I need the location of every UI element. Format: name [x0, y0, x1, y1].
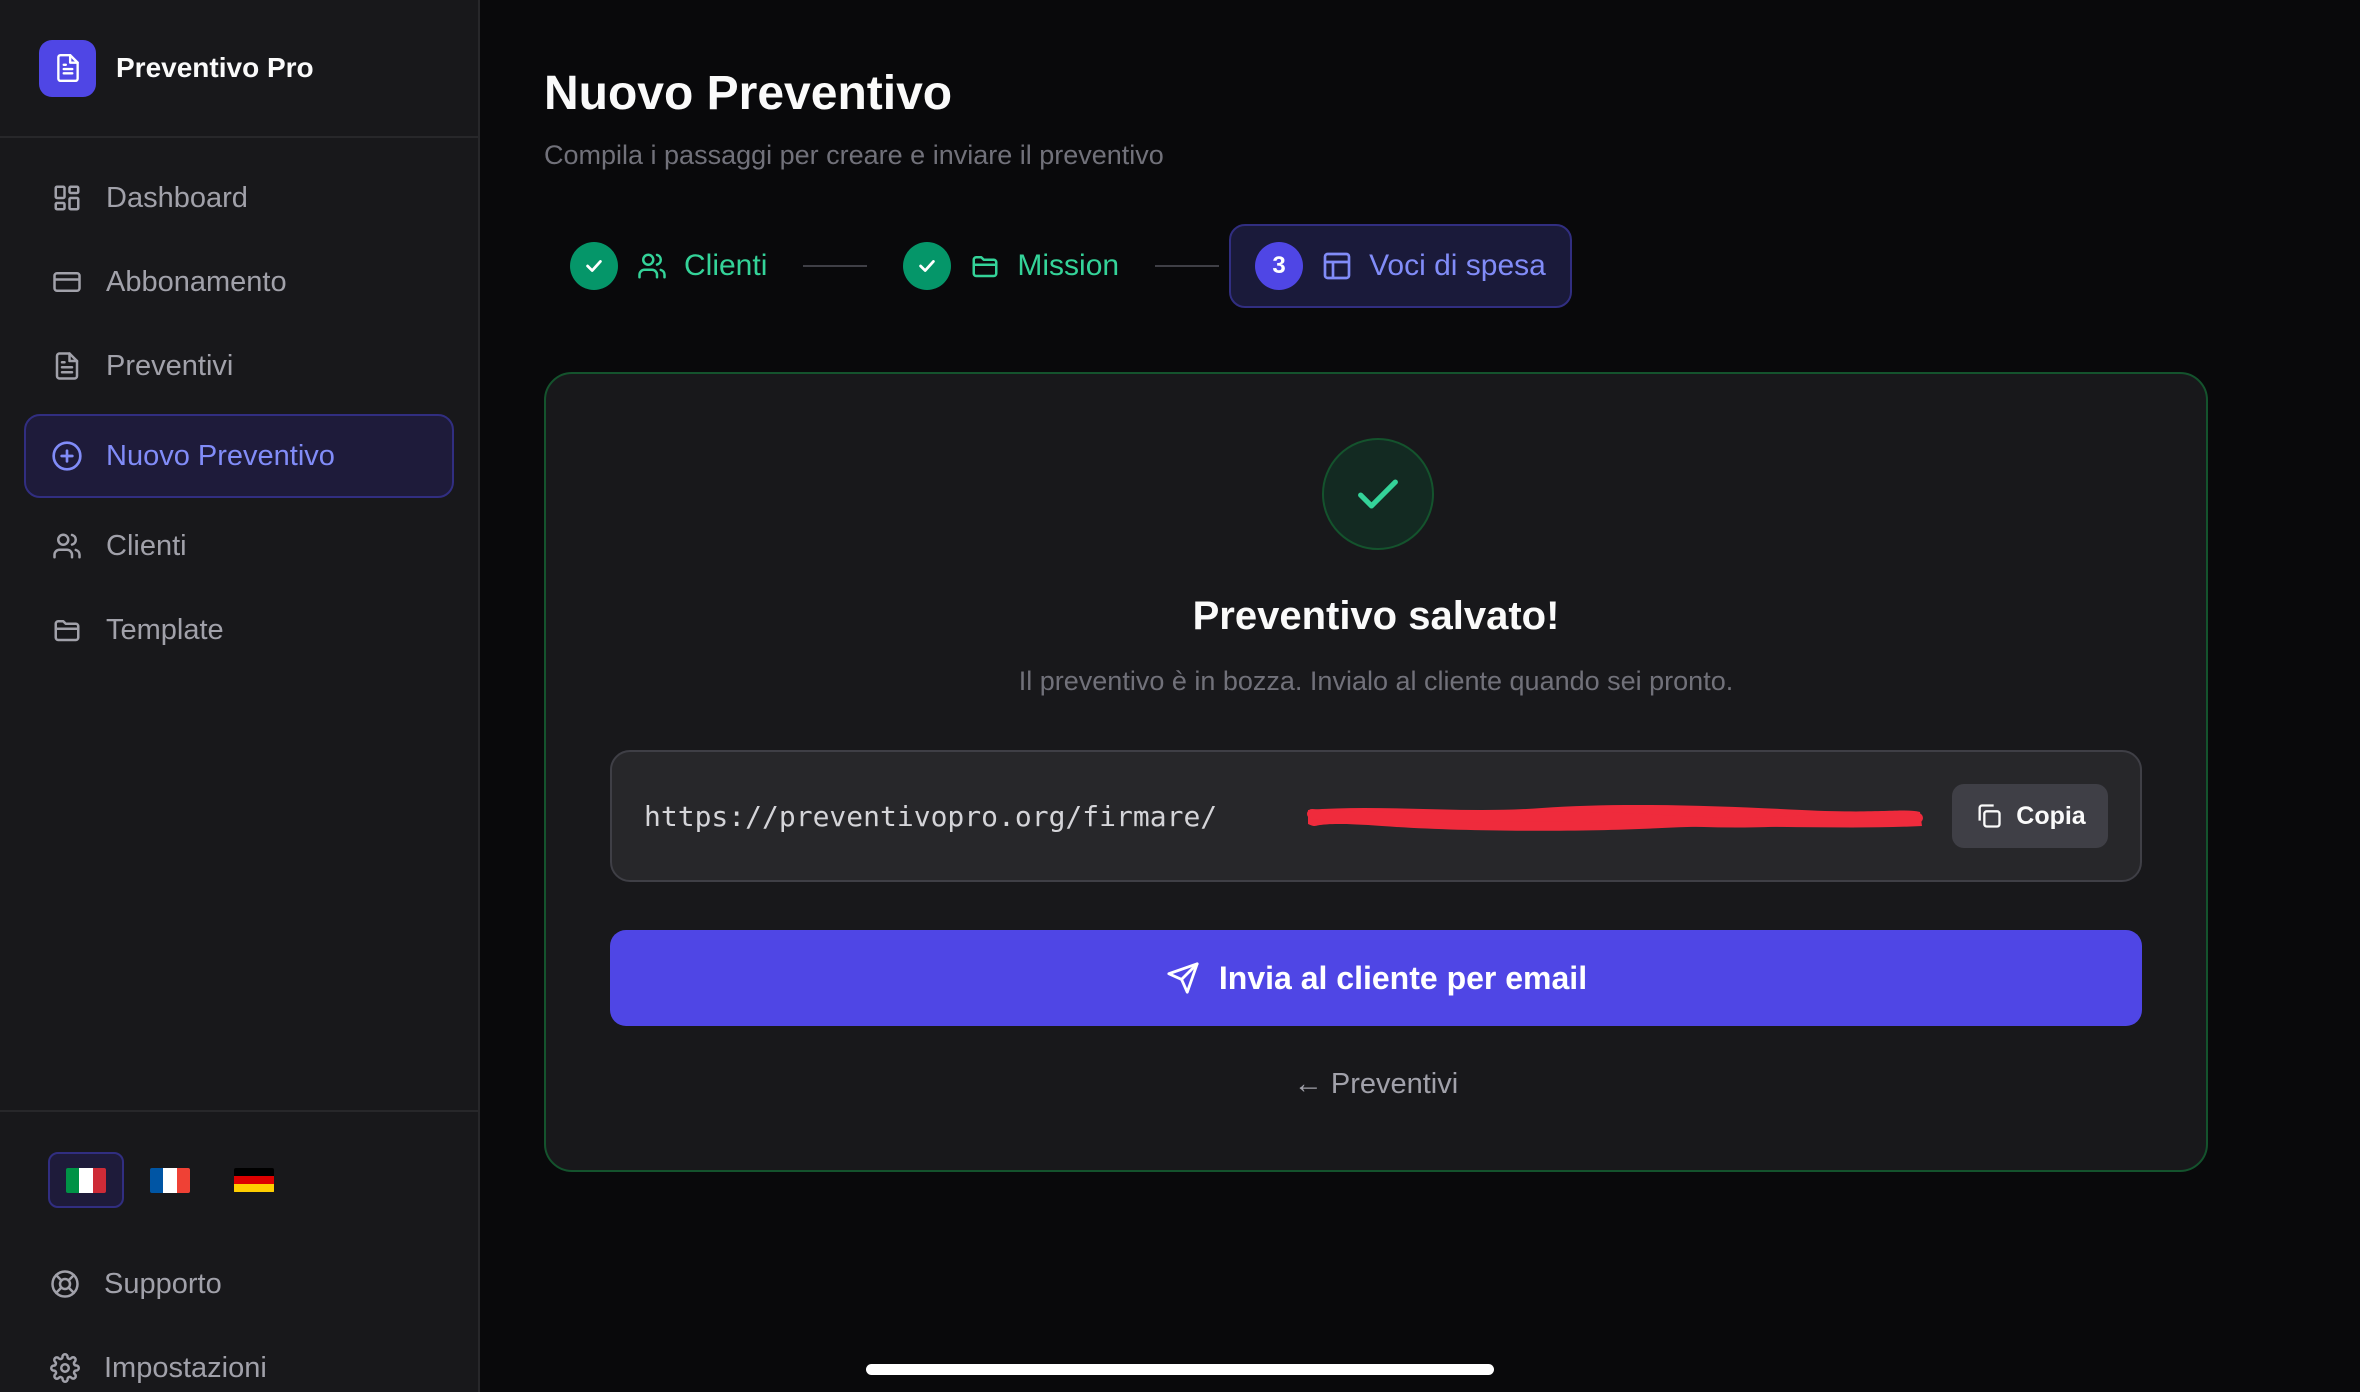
success-description: Il preventivo è in bozza. Invialo al cli… [1018, 666, 1734, 696]
brand-name: Preventivo Pro [116, 52, 314, 83]
germany-flag-icon [234, 1167, 274, 1193]
sidebar-item-abbonamento[interactable]: Abbonamento [24, 242, 454, 322]
language-de-button[interactable] [216, 1152, 292, 1208]
page-subtitle: Compila i passaggi per creare e inviare … [544, 140, 1164, 170]
step-label: Clienti [684, 249, 768, 282]
send-email-button[interactable]: Invia al cliente per email [610, 930, 2142, 1026]
document-icon [50, 349, 84, 383]
sidebar-item-label: Abbonamento [106, 265, 287, 298]
sidebar-item-clienti[interactable]: Clienti [24, 506, 454, 586]
step-label: Mission [1017, 249, 1120, 282]
copy-button[interactable]: Copia [1952, 784, 2108, 848]
sidebar-item-dashboard[interactable]: Dashboard [24, 158, 454, 238]
logo-document-icon [39, 39, 96, 97]
sidebar-item-nuovo-preventivo[interactable]: Nuovo Preventivo [24, 414, 454, 498]
signing-link-text: https://preventivopro.org/firmare/ [644, 799, 1218, 833]
step-number: 3 [1255, 242, 1304, 290]
language-it-button[interactable] [48, 1152, 124, 1208]
sidebar-item-label: Clienti [106, 529, 187, 562]
language-switcher [24, 1152, 454, 1208]
step-label: Voci di spesa [1369, 249, 1546, 282]
step-connector [1155, 265, 1220, 267]
success-card: Preventivo salvato! Il preventivo è in b… [544, 372, 2208, 1172]
back-to-preventivi-link[interactable]: ← Preventivi [546, 1068, 2206, 1101]
home-indicator [866, 1364, 1494, 1375]
redaction-scribble [1307, 804, 1923, 831]
folder-icon [967, 248, 1003, 284]
send-icon [1165, 960, 1201, 996]
step-connector [803, 265, 868, 267]
copy-button-label: Copia [2016, 801, 2086, 830]
copy-icon [1974, 801, 2004, 831]
step-clienti[interactable]: Clienti [544, 224, 793, 308]
sidebar-item-label: Impostazioni [104, 1351, 267, 1384]
stepper: Clienti Mission 3 Voci di spesa [544, 224, 1572, 308]
signing-link-field[interactable]: https://preventivopro.org/firmare/ Copia [610, 750, 2142, 882]
sidebar-item-label: Template [106, 613, 224, 646]
sidebar-footer: Supporto Impostazioni [0, 1110, 478, 1392]
table-icon [1319, 248, 1355, 284]
folder-icon [50, 613, 84, 647]
plus-circle-icon [50, 439, 84, 473]
lifebuoy-icon [48, 1267, 82, 1301]
sidebar-item-label: Dashboard [106, 181, 248, 214]
users-icon [50, 529, 84, 563]
sidebar-item-label: Supporto [104, 1267, 222, 1300]
step-voci-di-spesa[interactable]: 3 Voci di spesa [1229, 224, 1572, 308]
sidebar-item-label: Nuovo Preventivo [106, 439, 335, 472]
send-email-label: Invia al cliente per email [1218, 959, 1588, 996]
dashboard-icon [50, 181, 84, 215]
credit-card-icon [50, 265, 84, 299]
language-fr-button[interactable] [132, 1152, 208, 1208]
sidebar-item-preventivi[interactable]: Preventivi [24, 326, 454, 406]
italy-flag-icon [66, 1167, 106, 1193]
check-icon [570, 242, 618, 290]
sidebar: Preventivo Pro Dashboard Abbonamento Pre… [0, 0, 480, 1392]
sidebar-nav: Dashboard Abbonamento Preventivi Nuovo P… [0, 138, 478, 670]
check-icon [903, 242, 952, 290]
users-icon [634, 248, 670, 284]
france-flag-icon [150, 1167, 190, 1193]
sidebar-item-label: Preventivi [106, 349, 234, 382]
app-root: Preventivo Pro Dashboard Abbonamento Pre… [0, 0, 2360, 1392]
step-mission[interactable]: Mission [877, 224, 1145, 308]
success-check-icon [1322, 438, 1434, 550]
sidebar-item-supporto[interactable]: Supporto [24, 1242, 454, 1326]
brand[interactable]: Preventivo Pro [0, 0, 478, 138]
success-title: Preventivo salvato! [1192, 594, 1560, 638]
gear-icon [48, 1351, 82, 1385]
page-title: Nuovo Preventivo [544, 67, 953, 120]
sidebar-item-template[interactable]: Template [24, 590, 454, 670]
sidebar-item-impostazioni[interactable]: Impostazioni [24, 1326, 454, 1392]
